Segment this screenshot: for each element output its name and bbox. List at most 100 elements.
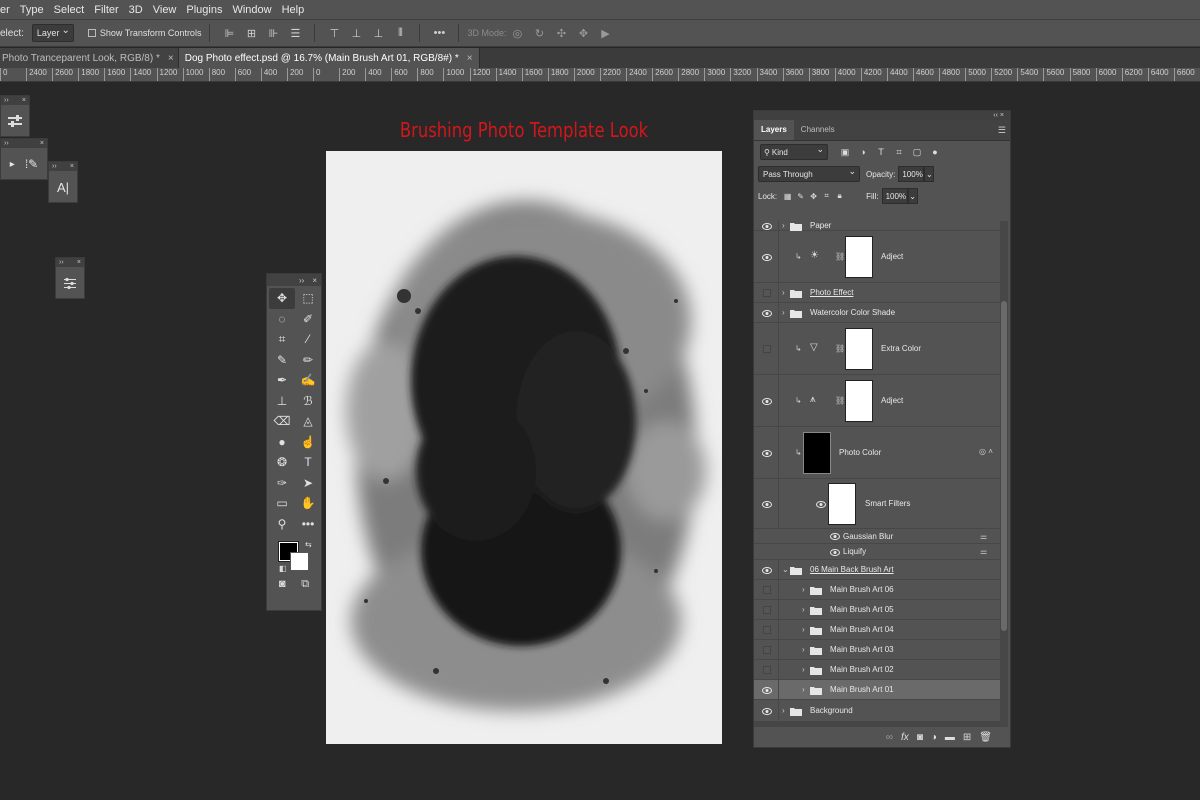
3d-roll-icon[interactable]: ↻ xyxy=(528,27,550,40)
close-icon[interactable]: × xyxy=(168,53,174,64)
visibility-toggle[interactable] xyxy=(763,606,771,614)
visibility-toggle[interactable] xyxy=(763,289,771,297)
align-center-icon[interactable]: ⊞ xyxy=(240,27,262,40)
smart-filter-mask-thumbnail[interactable] xyxy=(828,483,856,525)
default-colors-icon[interactable]: ◧ xyxy=(279,564,287,573)
layer-name[interactable]: Watercolor Color Shade xyxy=(810,308,895,317)
filter-name[interactable]: Liquify xyxy=(843,547,866,556)
align-more-icon[interactable]: ☰ xyxy=(284,27,306,40)
mixer-brush-tool-icon[interactable]: ✒ xyxy=(269,370,295,391)
pixel-filter-icon[interactable]: ▣ xyxy=(836,147,854,158)
swap-colors-icon[interactable]: ⇆ xyxy=(305,540,312,549)
layer-row[interactable]: Liquify ⚌ xyxy=(754,544,1000,560)
menu-3d[interactable]: 3D xyxy=(124,4,148,16)
brush-tool-icon[interactable]: ✏ xyxy=(295,350,321,371)
layer-name[interactable]: Photo Effect xyxy=(810,288,853,297)
blur-tool-icon[interactable]: ● xyxy=(269,432,295,453)
play-icon[interactable]: ▸ xyxy=(10,159,15,170)
tab-channels[interactable]: Channels xyxy=(794,120,842,140)
eye-icon[interactable] xyxy=(762,566,772,574)
layer-row[interactable]: › Background xyxy=(754,700,1000,722)
align-middle-icon[interactable]: ⊥ xyxy=(345,27,367,40)
chevron-right-icon[interactable]: › xyxy=(802,585,805,594)
chevron-right-icon[interactable]: › xyxy=(802,605,805,614)
layer-name[interactable]: Main Brush Art 04 xyxy=(830,625,894,634)
tab-layers[interactable]: Layers xyxy=(754,120,794,140)
layer-name[interactable]: Paper xyxy=(810,221,831,230)
layer-row[interactable]: Gaussian Blur ⚌ xyxy=(754,529,1000,544)
layer-row[interactable]: › Main Brush Art 06 xyxy=(754,580,1000,600)
menu-type[interactable]: Type xyxy=(15,4,49,16)
eye-icon[interactable] xyxy=(762,397,772,405)
layer-row[interactable]: ↳ ☀ ⛓︎ Adject xyxy=(754,231,1000,283)
chevron-right-icon[interactable]: › xyxy=(802,645,805,654)
filter-options-icon[interactable]: ⚌ xyxy=(980,547,987,556)
eraser-tool-icon[interactable]: ⌫ xyxy=(269,411,295,432)
visibility-toggle[interactable] xyxy=(763,626,771,634)
fill-dropdown[interactable]: ⌄ xyxy=(907,188,918,204)
add-mask-icon[interactable]: ◙ xyxy=(917,732,923,743)
layer-row[interactable]: ⌄ 06 Main Back Brush Art xyxy=(754,560,1000,580)
eye-icon[interactable] xyxy=(762,253,772,261)
layer-row[interactable]: › Paper xyxy=(754,221,1000,231)
layer-row[interactable]: ↳ ⩚ ⛓︎ Adject xyxy=(754,375,1000,427)
background-color-swatch[interactable] xyxy=(290,552,309,571)
chevron-right-icon[interactable]: ⌄ xyxy=(782,565,789,574)
eyedropper-tool-icon[interactable]: ⁄ xyxy=(295,329,321,350)
tab-dog-photo[interactable]: Dog Photo effect.psd @ 16.7% (Main Brush… xyxy=(178,48,480,68)
lock-artboard-icon[interactable]: ⌗ xyxy=(820,191,833,201)
crop-tool-icon[interactable]: ⌗ xyxy=(269,329,295,350)
smudge-tool-icon[interactable]: ☝ xyxy=(295,432,321,453)
character-icon[interactable]: A| xyxy=(49,171,77,203)
layer-row[interactable]: ↳ ▽ ⛓︎ Extra Color xyxy=(754,323,1000,375)
3d-camera-icon[interactable]: ▶ xyxy=(594,27,616,40)
eye-icon[interactable] xyxy=(830,533,840,540)
shape-filter-icon[interactable]: ⌗ xyxy=(890,147,908,158)
horizontal-ruler[interactable]: 0 2400 2600 1800 1600 1400 1200 1000 800 600 400 20… xyxy=(0,68,1200,82)
pen-tool-icon[interactable]: ✑ xyxy=(269,473,295,494)
layer-name[interactable]: Main Brush Art 06 xyxy=(830,585,894,594)
sliders-icon[interactable] xyxy=(56,267,84,299)
rectangle-tool-icon[interactable]: ▭ xyxy=(269,493,295,514)
menu-help[interactable]: Help xyxy=(277,4,310,16)
properties-icon[interactable] xyxy=(1,105,29,137)
fx-icon[interactable]: fx xyxy=(901,732,909,743)
move-tool-icon[interactable]: ✥ xyxy=(269,288,295,309)
eye-icon[interactable] xyxy=(830,548,840,556)
kind-filter-dropdown[interactable]: ⚲ Kind xyxy=(760,144,828,160)
lock-all-icon[interactable]: 🔒︎ xyxy=(833,191,846,201)
marquee-tool-icon[interactable]: ⬚ xyxy=(295,288,321,309)
layer-name[interactable]: Main Brush Art 05 xyxy=(830,605,894,614)
layer-row[interactable]: Smart Filters xyxy=(754,479,1000,529)
type-filter-icon[interactable]: T xyxy=(872,147,890,157)
layer-row[interactable]: ↳ Photo Color ◎ ˄ xyxy=(754,427,1000,479)
eye-icon[interactable] xyxy=(762,500,772,508)
eye-icon[interactable] xyxy=(762,686,772,694)
opacity-dropdown[interactable]: ⌄ xyxy=(924,166,935,182)
3d-pan-icon[interactable]: ✣ xyxy=(550,27,572,40)
layer-name[interactable]: Main Brush Art 01 xyxy=(830,685,894,694)
lock-pixels-icon[interactable]: ✎ xyxy=(794,192,807,201)
visibility-toggle[interactable] xyxy=(763,666,771,674)
panel-collapse-bar[interactable]: ‹‹ × xyxy=(754,111,1010,120)
scrollbar-thumb[interactable] xyxy=(1001,301,1007,631)
lasso-tool-icon[interactable]: ◌ xyxy=(269,309,295,330)
align-top-icon[interactable]: ⊤ xyxy=(323,27,345,40)
history-brush-tool-icon[interactable]: ✍ xyxy=(295,370,321,391)
visibility-toggle[interactable] xyxy=(763,646,771,654)
layer-name[interactable]: Background xyxy=(810,706,853,715)
layer-mask-thumbnail[interactable] xyxy=(845,236,873,278)
align-left-icon[interactable]: ⊫ xyxy=(218,27,240,40)
sponge-tool-icon[interactable]: ❂ xyxy=(269,452,295,473)
hand-tool-icon[interactable]: ✋ xyxy=(295,493,321,514)
chain-link-icon[interactable]: ⛓︎ xyxy=(835,344,845,353)
menu-filter[interactable]: Filter xyxy=(89,4,123,16)
layer-row[interactable]: › Main Brush Art 02 xyxy=(754,660,1000,680)
fill-input[interactable]: 100% xyxy=(881,188,908,204)
smart-object-filter-icon[interactable]: ▢ xyxy=(908,147,926,158)
document-canvas[interactable] xyxy=(326,151,722,744)
chevron-right-icon[interactable]: › xyxy=(802,685,805,694)
layer-row[interactable]: › Main Brush Art 01 xyxy=(754,680,1000,700)
chevron-right-icon[interactable]: › xyxy=(802,665,805,674)
layer-name[interactable]: Adject xyxy=(881,396,903,405)
